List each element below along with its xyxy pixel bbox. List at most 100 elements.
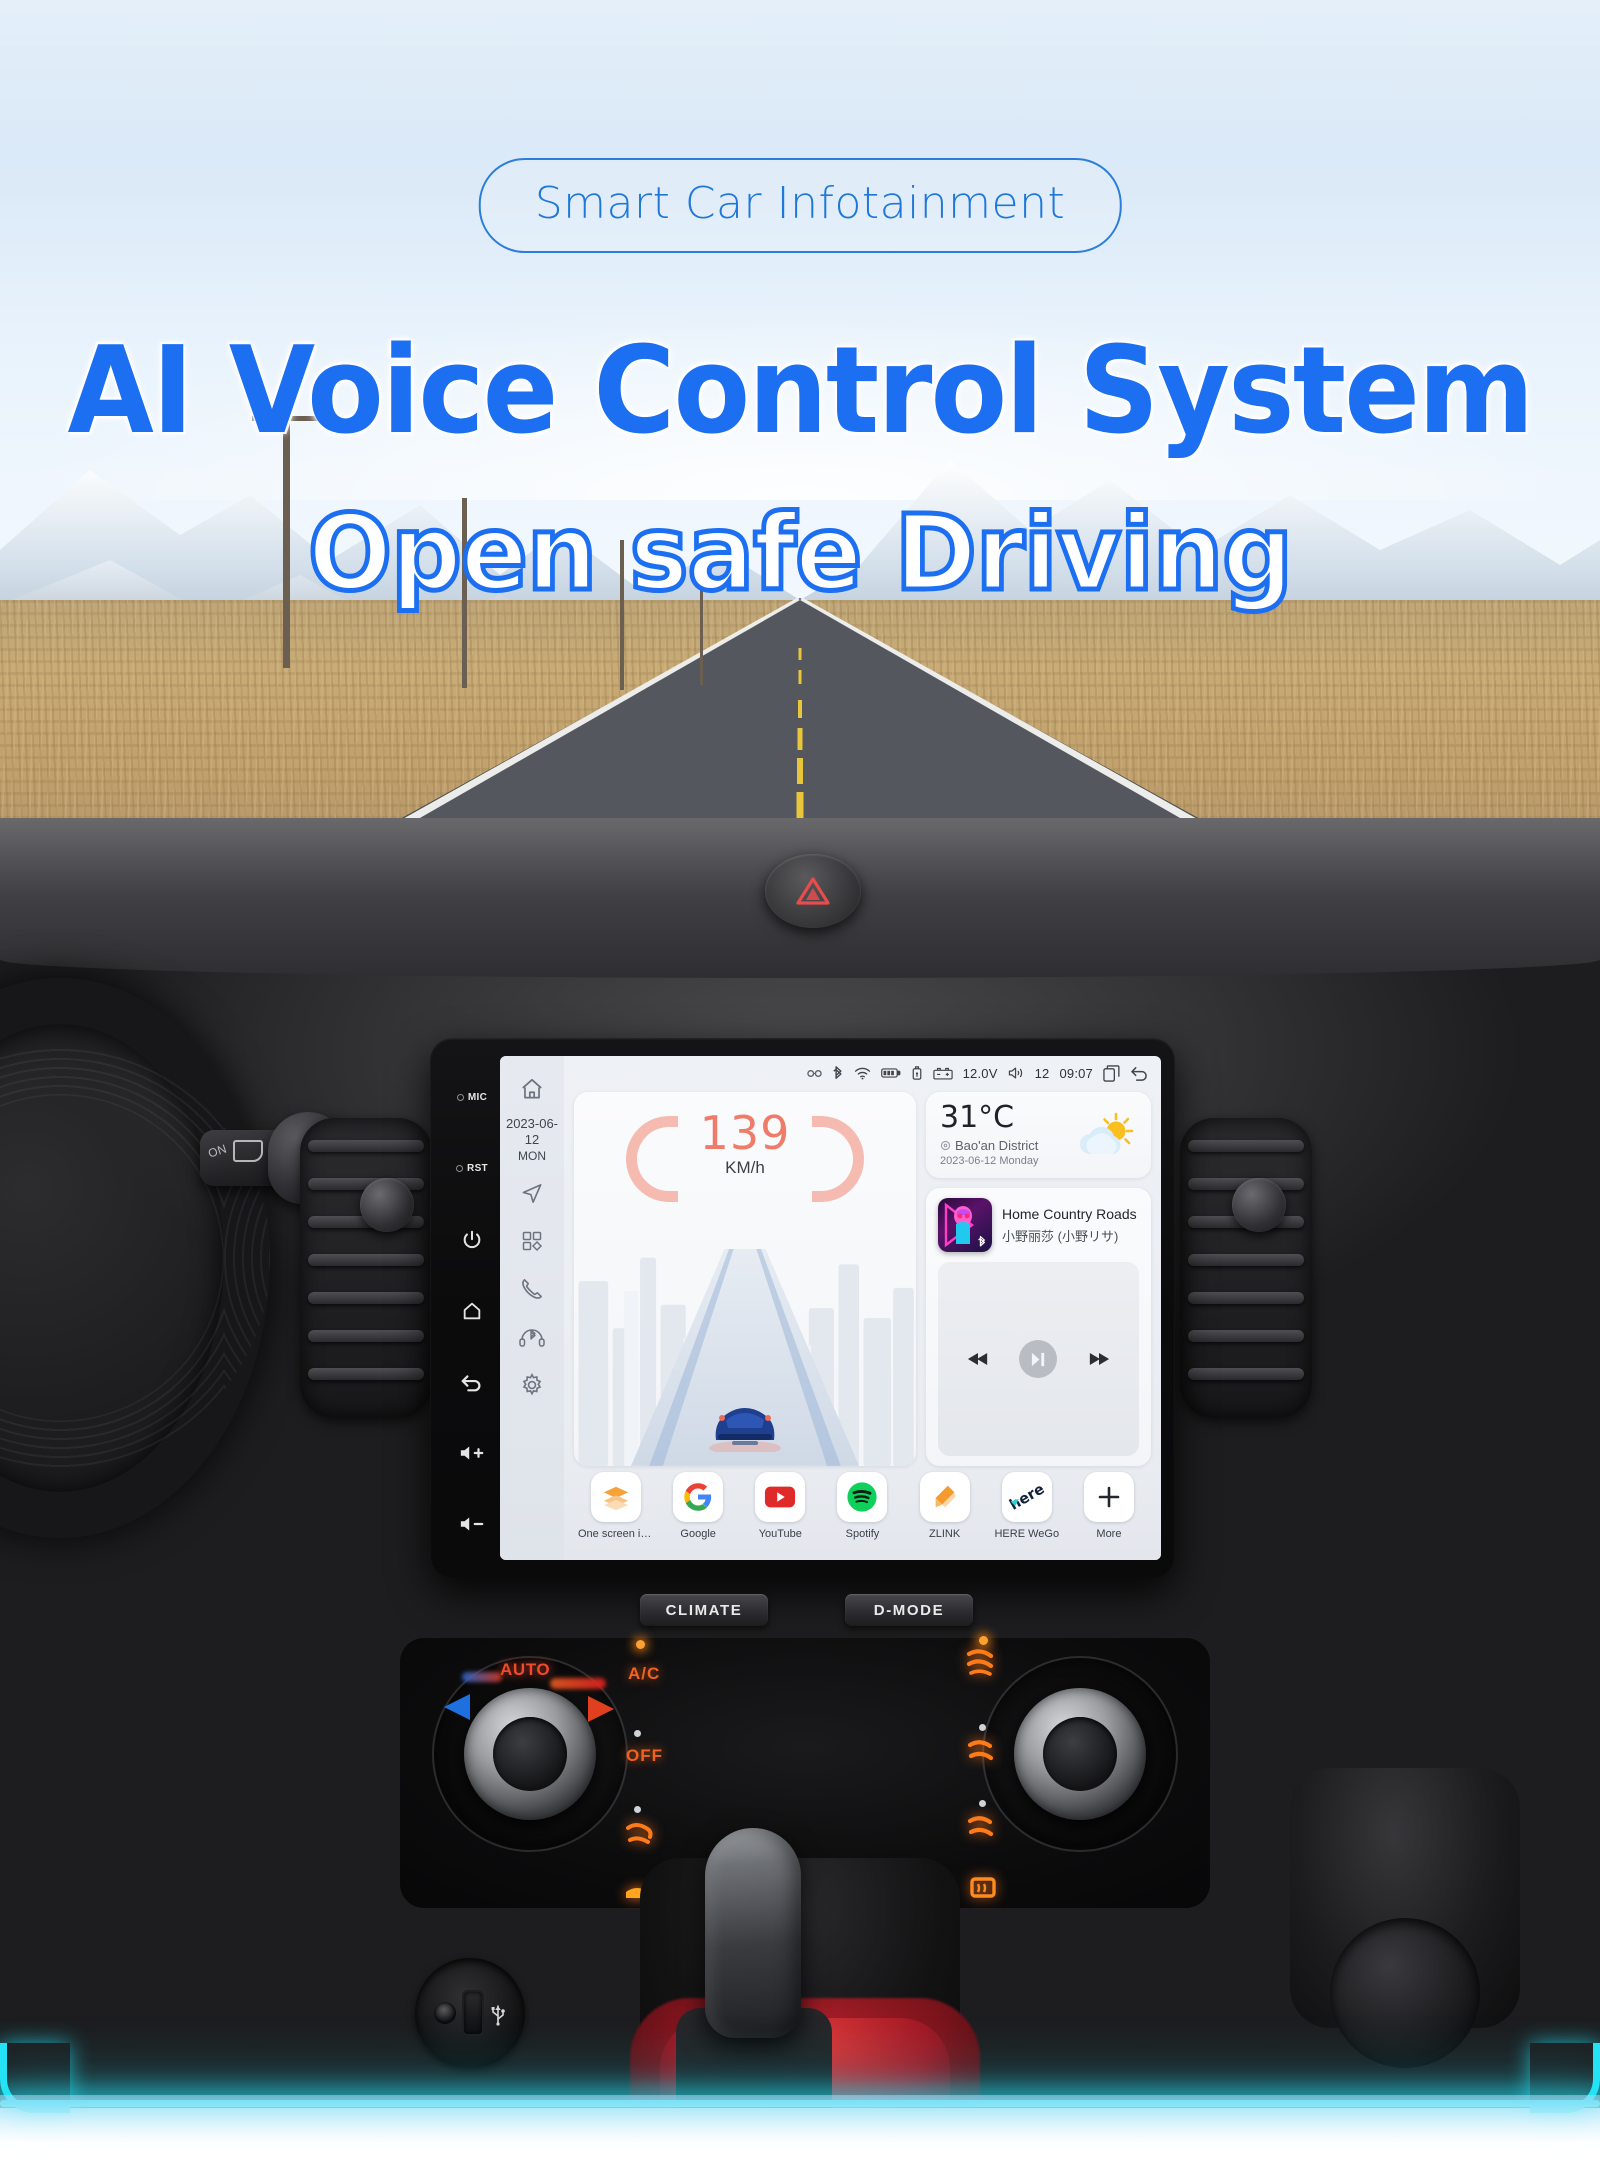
weather-temperature: 31°C — [940, 1100, 1015, 1135]
dock-app-here-wego[interactable]: here HERE WeGo — [989, 1472, 1065, 1540]
music-widget[interactable]: Home Country Roads 小野丽莎 (小野リサ) — [926, 1188, 1151, 1466]
bluetooth-icon — [978, 1235, 985, 1247]
ac-label[interactable]: A/C — [628, 1664, 660, 1684]
dock-app-label: Google — [680, 1528, 716, 1540]
steering-wheel-perforation — [0, 978, 270, 1538]
volume-up-button[interactable] — [444, 1418, 500, 1489]
dock-app-google[interactable]: Google — [660, 1472, 736, 1540]
dock-app-label: Spotify — [845, 1528, 880, 1540]
temp-gradient-bar — [462, 1672, 502, 1682]
off-label[interactable]: OFF — [626, 1746, 663, 1766]
recents-icon[interactable] — [1103, 1064, 1120, 1082]
google-icon — [673, 1472, 724, 1522]
mic-button[interactable]: MIC — [444, 1062, 500, 1133]
airflow-feet-icon[interactable] — [964, 1734, 998, 1768]
mic-label: MIC — [467, 1092, 488, 1104]
console-knob-right[interactable] — [1330, 1918, 1480, 2068]
wiper-icon — [233, 1140, 263, 1162]
airflow-led-off — [979, 1800, 986, 1807]
rear-defrost-icon[interactable] — [968, 1872, 998, 1902]
weather-widget[interactable]: 31°C Bao'an District 2023-06-12 Monday — [926, 1092, 1151, 1178]
reset-button[interactable]: RST — [444, 1133, 500, 1204]
music-controls — [938, 1262, 1139, 1456]
page-title: AI Voice Control System — [67, 322, 1535, 461]
layers-icon — [591, 1472, 641, 1522]
badge-smart-car-infotainment: Smart Car Infotainment — [478, 158, 1122, 253]
weather-location: Bao'an District — [940, 1138, 1073, 1153]
d-mode-button[interactable]: D-MODE — [845, 1594, 973, 1626]
screen-sidebar: 2023-06-12 MON — [500, 1056, 564, 1560]
dock-app-zlink[interactable]: ZLINK — [907, 1472, 983, 1540]
spotify-icon — [837, 1472, 888, 1522]
dock-app-label: HERE WeGo — [994, 1528, 1060, 1540]
apps-grid-icon — [522, 1231, 543, 1251]
dock-app-one-screen[interactable]: One screen in... — [578, 1472, 654, 1540]
wifi-icon — [854, 1067, 871, 1080]
fan-speed-knob[interactable] — [1014, 1688, 1146, 1820]
svg-text:here: here — [1007, 1481, 1047, 1513]
volume-down-button[interactable] — [444, 1489, 500, 1560]
play-pause-button[interactable] — [1019, 1340, 1058, 1378]
power-button[interactable] — [444, 1204, 500, 1275]
sidebar-item-apps[interactable] — [508, 1218, 556, 1264]
back-arrow-icon[interactable] — [1130, 1065, 1149, 1082]
widget-area: 139 KM/h 31°C Bao'an District 2023-06-12… — [564, 1090, 1161, 1466]
plus-icon — [1083, 1472, 1134, 1522]
hero-banner: Smart Car Infotainment AI Voice Control … — [0, 0, 1600, 828]
gear-shifter[interactable] — [705, 1828, 801, 2038]
car-battery-icon — [932, 1067, 953, 1080]
sidebar-item-home[interactable] — [508, 1066, 556, 1112]
airflow-face-icon[interactable] — [962, 1644, 998, 1680]
next-track-button[interactable] — [1088, 1351, 1110, 1367]
hazard-light-button[interactable] — [765, 854, 861, 928]
home-icon — [463, 1302, 481, 1320]
air-vent-left[interactable] — [300, 1118, 432, 1418]
airflow-led-off — [979, 1724, 986, 1731]
sidebar-item-navigation[interactable] — [508, 1170, 556, 1216]
page-subtitle: Open safe Driving — [306, 490, 1296, 617]
sidebar-item-bluetooth-audio[interactable] — [508, 1314, 556, 1360]
page-root: Smart Car Infotainment AI Voice Control … — [0, 0, 1600, 2165]
air-vent-right-knob[interactable] — [1232, 1178, 1286, 1232]
bluetooth-headset-icon — [519, 1328, 545, 1347]
speed-widget[interactable]: 139 KM/h — [574, 1092, 916, 1466]
sidebar-date: 2023-06-12 MON — [500, 1114, 564, 1168]
car-graphic — [709, 1408, 781, 1452]
sidebar-item-phone[interactable] — [508, 1266, 556, 1312]
sidebar-date-value: 2023-06-12 — [505, 1116, 559, 1148]
sidebar-day-of-week: MON — [518, 1148, 546, 1163]
aux-port[interactable] — [434, 2002, 456, 2024]
speed-unit: KM/h — [725, 1158, 765, 1177]
auto-label[interactable]: AUTO — [500, 1660, 550, 1680]
here-wego-icon: here — [1001, 1472, 1052, 1522]
dock-app-spotify[interactable]: Spotify — [824, 1472, 900, 1540]
airflow-face-feet-icon[interactable] — [964, 1810, 998, 1844]
dock-app-more[interactable]: More — [1071, 1472, 1147, 1540]
phone-icon — [522, 1278, 543, 1299]
power-icon — [463, 1230, 481, 1248]
dock-app-label: YouTube — [758, 1528, 802, 1540]
reset-label: RST — [467, 1163, 488, 1175]
screen-main: 12.0V 12 09:07 139 KM/h 31°C Bao'an Dist… — [564, 1056, 1161, 1560]
dock-app-label: More — [1096, 1528, 1122, 1540]
air-vent-left-knob[interactable] — [360, 1178, 414, 1232]
dock-app-label: ZLINK — [929, 1528, 961, 1540]
volume-up-icon — [460, 1446, 484, 1460]
back-button[interactable] — [444, 1346, 500, 1417]
airflow-face-feet-icon[interactable] — [622, 1816, 656, 1850]
touchscreen-display[interactable]: 2023-06-12 MON 12.0V 12 09:07 139 KM/h 3… — [500, 1056, 1161, 1560]
sidebar-item-settings[interactable] — [508, 1362, 556, 1408]
dock-app-youtube[interactable]: YouTube — [742, 1472, 818, 1540]
settings-gear-icon — [522, 1372, 542, 1396]
temperature-knob[interactable] — [464, 1688, 596, 1820]
weather-location-text: Bao'an District — [955, 1137, 1039, 1153]
youtube-icon — [755, 1472, 806, 1522]
hazard-triangle-icon — [796, 877, 830, 905]
home-button[interactable] — [444, 1275, 500, 1346]
climate-button[interactable]: CLIMATE — [640, 1594, 768, 1626]
usb-icon — [911, 1065, 923, 1081]
previous-track-button[interactable] — [967, 1351, 989, 1367]
air-vent-right[interactable] — [1180, 1118, 1312, 1418]
usb-icon — [491, 2005, 505, 2026]
usb-port[interactable] — [464, 1992, 482, 2034]
